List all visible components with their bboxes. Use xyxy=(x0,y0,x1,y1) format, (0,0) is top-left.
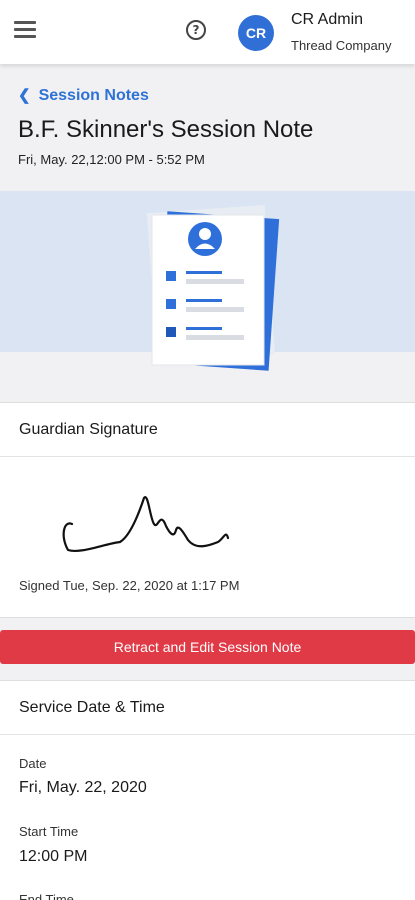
retract-and-edit-button[interactable]: Retract and Edit Session Note xyxy=(0,630,415,664)
top-app-bar: ? CR CR Admin Thread Company xyxy=(0,0,415,64)
back-to-session-notes-link[interactable]: ❮ Session Notes xyxy=(18,86,149,105)
service-date-time-heading: Service Date & Time xyxy=(0,681,415,735)
start-time-label: Start Time xyxy=(19,824,79,839)
chevron-left-icon: ❮ xyxy=(18,87,31,104)
signature-image xyxy=(62,496,230,552)
guardian-signature-heading: Guardian Signature xyxy=(0,403,415,457)
date-value: Fri, May. 22, 2020 xyxy=(19,779,147,796)
back-link-label: Session Notes xyxy=(38,87,149,104)
user-name: CR Admin xyxy=(291,11,364,28)
page-title: B.F. Skinner's Session Note xyxy=(18,116,314,143)
avatar[interactable]: CR xyxy=(238,15,274,51)
session-time-range: Fri, May. 22,12:00 PM - 5:52 PM xyxy=(18,152,205,167)
company-name: Thread Company xyxy=(291,38,392,53)
signed-timestamp: Signed Tue, Sep. 22, 2020 at 1:17 PM xyxy=(19,578,240,593)
session-note-document-illustration xyxy=(146,205,280,371)
help-icon[interactable]: ? xyxy=(186,20,206,40)
start-time-value: 12:00 PM xyxy=(19,848,88,865)
hamburger-menu-icon[interactable] xyxy=(14,20,36,40)
date-label: Date xyxy=(19,756,47,771)
end-time-label: End Time xyxy=(19,892,74,900)
